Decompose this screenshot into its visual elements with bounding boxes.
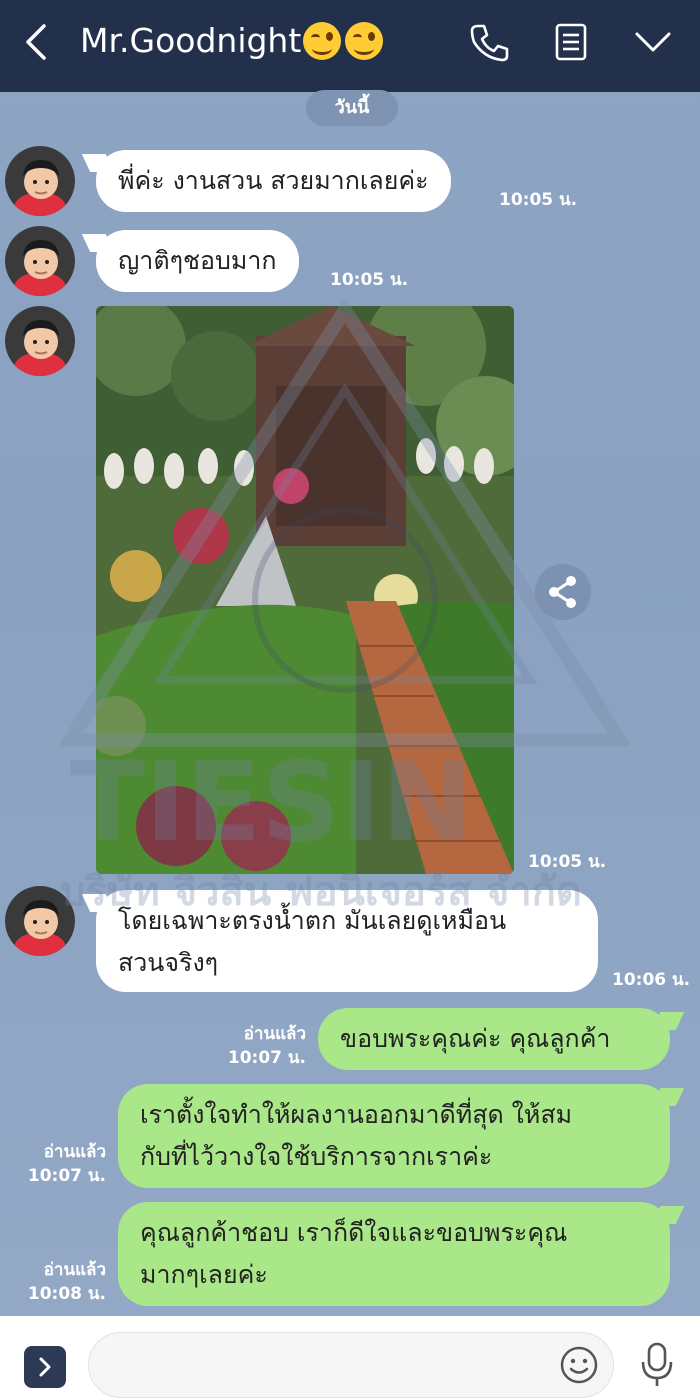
child-photo-icon [5,226,75,296]
read-receipt: อ่านแล้ว [43,1142,106,1162]
share-icon [549,576,576,608]
notes-button[interactable] [548,20,594,66]
message-time: 10:07 น. [227,1048,306,1068]
garden-photo[interactable] [96,306,514,874]
message-text-line: โดยเฉพาะตรงน้ำตก มันเลยดูเหมือน [118,906,507,935]
back-button[interactable] [18,22,58,62]
message-bubble[interactable]: พี่ค่ะ งานสวน สวยมากเลยค่ะ [96,150,451,212]
wink-emoji-icon [345,21,384,60]
chat-header: Mr.Goodnight [0,0,700,92]
note-icon [555,23,587,61]
chevron-right-icon [39,1357,51,1377]
message-text-line: กับที่ไว้วางใจใช้บริการจากเราค่ะ [140,1142,493,1171]
input-bar [0,1316,700,1400]
message-text-line: มากๆเลยค่ะ [140,1260,268,1289]
message-text: พี่ค่ะ งานสวน สวยมากเลยค่ะ [118,166,429,195]
message-text-line: คุณลูกค้าชอบ เราก็ดีใจและขอบพระคุณ [140,1218,568,1247]
child-photo-icon [5,146,75,216]
wink-emoji-icon [303,21,342,60]
avatar[interactable] [5,886,75,956]
message-text: ญาติๆชอบมาก [118,246,277,275]
message-input[interactable] [88,1332,614,1398]
emoji-button[interactable] [558,1344,600,1386]
child-photo-icon [5,886,75,956]
child-photo-icon [5,306,75,376]
smiley-icon [560,1346,598,1384]
share-button[interactable] [535,564,591,620]
message-text-line: สวนจริงๆ [118,948,219,977]
message-time: 10:05 น. [499,190,578,210]
message-bubble[interactable]: ญาติๆชอบมาก [96,230,299,292]
wink-emoji-icons [303,21,387,64]
message-bubble[interactable]: โดยเฉพาะตรงน้ำตก มันเลยดูเหมือน สวนจริงๆ [96,890,598,992]
avatar[interactable] [5,226,75,296]
message-time: 10:05 น. [330,270,409,290]
avatar[interactable] [5,146,75,216]
message-time: 10:07 น. [27,1166,106,1186]
read-receipt: อ่านแล้ว [243,1024,306,1044]
message-bubble[interactable]: ขอบพระคุณค่ะ คุณลูกค้า [318,1008,670,1070]
microphone-icon [641,1342,673,1386]
chevron-down-icon [635,32,671,52]
message-bubble[interactable]: เราตั้งใจทำให้ผลงานออกมาดีที่สุด ให้สม ก… [118,1084,670,1188]
message-time: 10:05 น. [528,852,607,872]
chat-title[interactable]: Mr.Goodnight [80,20,387,64]
menu-button[interactable] [630,20,676,66]
contact-name: Mr.Goodnight [80,21,302,60]
phone-icon [470,24,509,62]
message-time: 10:06 น. [612,970,691,990]
message-text-line: เราตั้งใจทำให้ผลงานออกมาดีที่สุด ให้สม [140,1100,573,1129]
read-receipt: อ่านแล้ว [43,1260,106,1280]
message-text: ขอบพระคุณค่ะ คุณลูกค้า [340,1024,611,1053]
chevron-left-icon [26,24,46,60]
message-time: 10:08 น. [27,1284,106,1304]
call-button[interactable] [466,20,512,66]
avatar[interactable] [5,306,75,376]
mic-button[interactable] [636,1340,678,1390]
expand-button[interactable] [24,1346,66,1388]
date-separator: วันนี้ [306,90,398,126]
garden-image [96,306,514,874]
message-bubble[interactable]: คุณลูกค้าชอบ เราก็ดีใจและขอบพระคุณ มากๆเ… [118,1202,670,1306]
